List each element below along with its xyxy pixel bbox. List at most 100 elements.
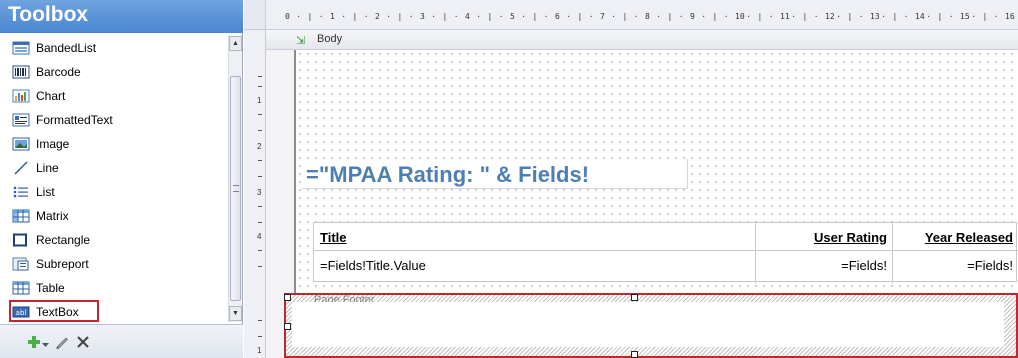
ruler-tick: |: [892, 12, 898, 21]
ruler-tick: ·: [948, 12, 954, 21]
dropdown-arrow-icon[interactable]: [42, 337, 49, 351]
ruler-tick: ·: [656, 12, 662, 21]
ruler-tick: ·: [521, 12, 527, 21]
body-band-header[interactable]: ⇲ Body: [266, 30, 1018, 50]
table-header-user-rating[interactable]: User Rating: [755, 230, 887, 245]
toolbox-item-label: FormattedText: [36, 112, 113, 127]
table-header-year-released[interactable]: Year Released: [892, 230, 1013, 245]
ruler-tick: [258, 320, 262, 321]
ruler-tick: ·: [341, 12, 347, 21]
ruler-number: 1: [330, 12, 335, 21]
ruler-tick: ·: [633, 12, 639, 21]
scroll-thumb[interactable]: [230, 76, 241, 301]
ruler-number: 4: [257, 232, 262, 241]
scroll-down-button[interactable]: ▼: [229, 306, 242, 321]
body-section[interactable]: ="MPAA Rating: " & Fields! Title User Ra…: [294, 50, 1018, 294]
ruler-number: 0: [285, 12, 290, 21]
ruler-number: 4: [465, 12, 470, 21]
textbox-icon: abl: [12, 305, 30, 319]
table-cell-user-rating[interactable]: =Fields!: [755, 258, 887, 273]
toolbox-item-subreport[interactable]: Subreport: [8, 252, 228, 275]
ruler-tick: ·: [881, 12, 887, 21]
delete-icon[interactable]: [75, 334, 91, 353]
ruler-tick: |: [757, 12, 763, 21]
toolbox-item-label: Matrix: [36, 208, 69, 223]
table-cell-title[interactable]: =Fields!Title.Value: [320, 258, 426, 273]
ruler-tick: ·: [453, 12, 459, 21]
ruler-number: 12: [825, 12, 835, 21]
image-icon: [12, 137, 30, 151]
selection-outline: [284, 293, 1018, 358]
report-table[interactable]: Title User Rating Year Released =Fields!…: [313, 222, 1018, 283]
table-cell-year-released[interactable]: =Fields!: [892, 258, 1013, 273]
toolbox-item-table[interactable]: Table: [8, 276, 228, 299]
toolbox-item-formattedtext[interactable]: FormattedText: [8, 108, 228, 131]
ruler-tick: |: [487, 12, 493, 21]
table-header-title[interactable]: Title: [320, 230, 347, 245]
mpaa-rating-textbox[interactable]: ="MPAA Rating: " & Fields!: [302, 159, 688, 189]
toolbox-title: Toolbox: [0, 0, 243, 33]
mpaa-expression: ="MPAA Rating: " & Fields!: [306, 162, 590, 187]
ruler-tick: |: [937, 12, 943, 21]
ruler-tick: ·: [723, 12, 729, 21]
toolbox-item-textbox[interactable]: abl TextBox: [8, 300, 228, 323]
ruler-tick: [258, 176, 262, 177]
ruler-tick: ·: [903, 12, 909, 21]
toolbox-item-label: BandedList: [36, 40, 97, 55]
toolbox-item-label: Image: [36, 136, 70, 151]
toolbox-item-label: Barcode: [36, 64, 81, 79]
ruler-tick: [258, 160, 262, 161]
page-footer-section[interactable]: Page Footer: [284, 293, 1018, 358]
toolbox-item-chart[interactable]: Chart: [8, 84, 228, 107]
ruler-number: 15: [960, 12, 970, 21]
ruler-number: 3: [257, 188, 262, 197]
ruler-tick: ·: [858, 12, 864, 21]
list-icon: [12, 185, 30, 199]
ruler-tick: [258, 130, 262, 131]
toolbox-item-list[interactable]: List: [8, 180, 228, 203]
ruler-number: 2: [257, 142, 262, 151]
ruler-number: 6: [555, 12, 560, 21]
resize-handle[interactable]: [631, 294, 638, 301]
ruler-tick: [258, 206, 262, 207]
ruler-tick: ·: [678, 12, 684, 21]
ruler-tick: |: [982, 12, 988, 21]
toolbox-item-image[interactable]: Image: [8, 132, 228, 155]
add-icon[interactable]: [27, 335, 41, 352]
pencil-icon[interactable]: [54, 334, 70, 353]
toolbox-panel: Toolbox BandedList Barcode Chart Formatt…: [0, 0, 243, 358]
toolbox-item-line[interactable]: Line: [8, 156, 228, 179]
resize-handle[interactable]: [284, 323, 291, 330]
ruler-tick: [258, 222, 262, 223]
ruler-tick: |: [352, 12, 358, 21]
toolbox-item-matrix[interactable]: Matrix: [8, 204, 228, 227]
ruler-tick: ·: [431, 12, 437, 21]
ruler-number: 1: [257, 346, 262, 355]
chart-icon: [12, 89, 30, 103]
ruler-tick: [258, 76, 262, 77]
formatted-text-icon: [12, 113, 30, 127]
ruler-tick: ·: [746, 12, 752, 21]
toolbox-item-label: Line: [36, 160, 59, 175]
scroll-up-button[interactable]: ▲: [229, 36, 242, 51]
ruler-tick: ·: [498, 12, 504, 21]
ruler-tick: ·: [543, 12, 549, 21]
toolbox-toolbar: [0, 324, 243, 358]
toolbox-item-rectangle[interactable]: Rectangle: [8, 228, 228, 251]
resize-handle[interactable]: [284, 294, 291, 301]
toolbox-item-bandedlist[interactable]: BandedList: [8, 36, 228, 59]
ruler-number: 1: [257, 96, 262, 105]
line-icon: [12, 160, 30, 175]
toolbox-item-barcode[interactable]: Barcode: [8, 60, 228, 83]
ruler-tick: ·: [836, 12, 842, 21]
ruler-tick: [258, 250, 262, 251]
toolbox-item-label: Table: [36, 280, 65, 295]
toolbox-scrollbar[interactable]: ▲ ▼: [228, 36, 242, 322]
matrix-icon: [12, 209, 30, 223]
ruler-tick: ·: [971, 12, 977, 21]
ruler-number: 3: [420, 12, 425, 21]
ruler-tick: |: [577, 12, 583, 21]
ruler-number: 9: [690, 12, 695, 21]
ruler-tick: ·: [813, 12, 819, 21]
resize-handle[interactable]: [631, 351, 638, 358]
